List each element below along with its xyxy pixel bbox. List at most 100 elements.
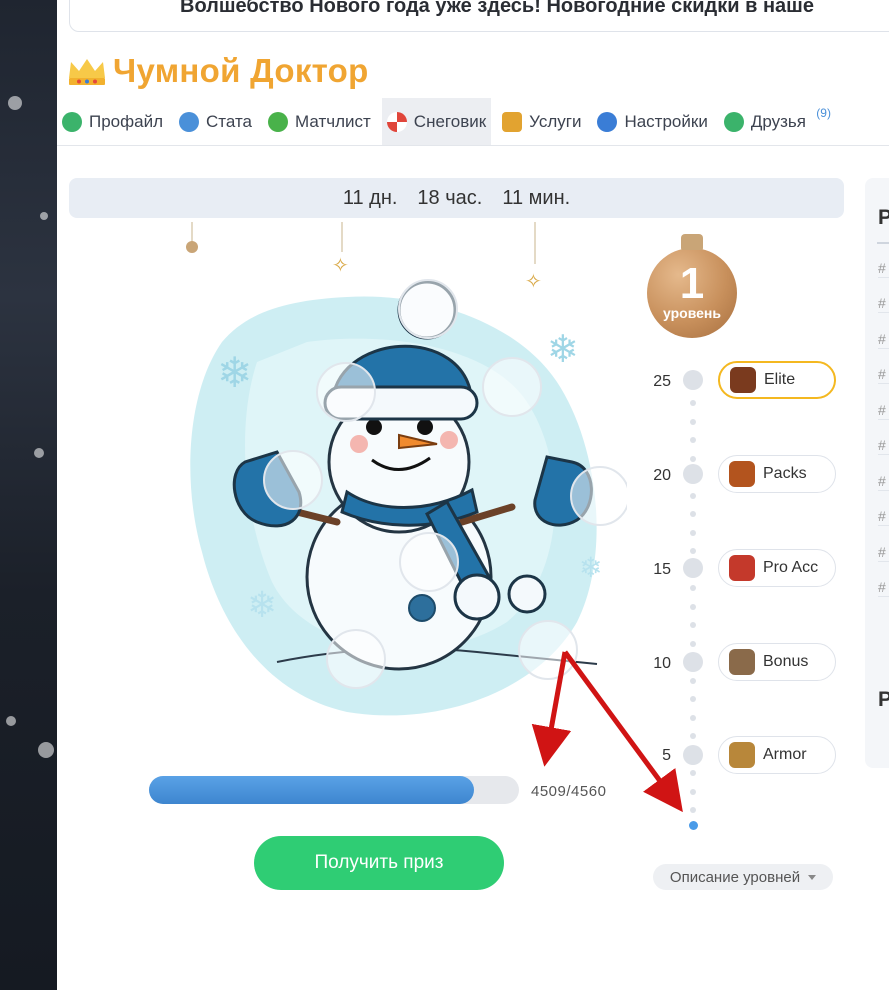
axe-reward-icon [729, 649, 755, 675]
xp-progress-bar [149, 776, 519, 804]
levels-description-label: Описание уровней [669, 868, 801, 886]
countdown-days: 11 дн. [342, 186, 398, 209]
radiation-icon [268, 111, 289, 132]
tab-label: Услуги [529, 111, 582, 131]
tab-label: Снеговик [413, 111, 487, 131]
track-node [683, 745, 703, 765]
list-item: # [878, 579, 889, 597]
track-dot [690, 714, 696, 721]
track-current-position [689, 821, 698, 830]
track-dot [690, 511, 696, 517]
countdown-hours: 18 час. [417, 186, 483, 209]
track-dot [690, 677, 696, 684]
tab-snowman[interactable]: Снеговик [381, 98, 492, 145]
track-dot [690, 400, 696, 406]
gear-icon [597, 111, 618, 132]
promo-banner[interactable]: Волшебство Нового года уже здесь! Нового… [69, 0, 889, 32]
svg-text:❄: ❄ [217, 349, 252, 396]
packs-reward-icon [729, 461, 755, 487]
track-dot [690, 492, 696, 499]
reward-pro-acc[interactable]: Pro Acc [718, 549, 836, 587]
elite-reward-icon [730, 367, 756, 393]
svg-text:✧: ✧ [332, 255, 349, 277]
tab-profile[interactable]: Профайл [57, 98, 168, 145]
list-item: # [878, 473, 889, 491]
tab-label: Стата [206, 111, 253, 131]
track-node [683, 652, 703, 672]
profile-header: Чумной Доктор [67, 52, 369, 90]
friends-icon [723, 111, 744, 132]
tab-label: Профайл [89, 111, 163, 131]
track-node [683, 464, 703, 484]
track-dot [690, 788, 696, 795]
right-panel-header: P [878, 206, 889, 229]
snowflake-dot [40, 212, 48, 220]
reward-label: Pro Acc [763, 559, 819, 576]
page-title: Чумной Доктор [113, 52, 369, 89]
list-item: # [878, 544, 889, 562]
tab-matchlist[interactable]: Матчлист [263, 98, 376, 145]
list-item: # [878, 260, 889, 278]
reward-label: Packs [763, 465, 807, 482]
tab-stats[interactable]: Стата [174, 98, 257, 145]
profile-page: Волшебство Нового года уже здесь! Нового… [57, 0, 889, 990]
paw-icon [62, 111, 82, 132]
list-item: # [878, 402, 889, 420]
track-dot [690, 585, 696, 591]
snowflake-dot [34, 448, 44, 458]
chevron-down-icon [808, 874, 817, 880]
level-number: 1 [679, 259, 705, 308]
reward-label: Elite [764, 371, 796, 388]
track-dot [690, 548, 696, 554]
friends-count-badge: (9) [816, 106, 831, 120]
list-item: # [878, 508, 889, 526]
svg-text:❄: ❄ [579, 552, 602, 583]
background-strip [0, 0, 57, 990]
reward-label: Bonus [763, 653, 809, 670]
level-marker-15: 15 [653, 561, 671, 578]
level-marker-5: 5 [662, 747, 671, 764]
track-node [683, 558, 703, 578]
tab-label: Настройки [624, 111, 708, 131]
tab-services[interactable]: Услуги [497, 98, 586, 145]
track-dot [690, 807, 696, 813]
reward-packs[interactable]: Packs [718, 455, 836, 493]
right-panel-header-2: P [878, 688, 889, 711]
track-dot [690, 529, 696, 536]
current-level-badge: 1 уровень [647, 234, 737, 338]
armor-reward-icon [729, 742, 755, 768]
svg-text:❄: ❄ [247, 584, 277, 625]
track-node [683, 370, 703, 390]
track-dot [690, 603, 696, 610]
candy-icon [386, 111, 407, 132]
snowflake-dot [38, 742, 54, 758]
tab-friends[interactable]: Друзья (9) [719, 98, 831, 145]
track-dot [690, 640, 696, 647]
reward-bonus[interactable]: Bonus [718, 643, 836, 681]
list-item: # [878, 331, 889, 349]
reward-armor[interactable]: Armor [718, 736, 836, 774]
reward-label: Armor [763, 746, 807, 763]
tab-label: Друзья [750, 111, 806, 131]
box-icon [502, 111, 523, 132]
snowflake-dot [8, 96, 22, 110]
get-prize-button[interactable]: Получить приз [254, 836, 504, 890]
xp-progress-text: 4509/4560 [531, 783, 607, 800]
divider [877, 242, 889, 244]
track-dot [690, 696, 696, 702]
track-dot [690, 455, 696, 462]
countdown-minutes: 11 мин. [502, 186, 571, 209]
levels-description-toggle[interactable]: Описание уровней [653, 864, 833, 890]
tab-label: Матчлист [295, 111, 371, 131]
snowflake-dot [6, 716, 16, 726]
track-dot [690, 733, 696, 739]
promo-banner-text: Волшебство Нового года уже здесь! Нового… [180, 0, 814, 17]
profile-tabs: Профайл Стата Матчлист Снеговик Услуги Н… [57, 98, 889, 146]
level-label: уровень [663, 305, 721, 321]
snowman-illustration: ✧ ✧ ❄ ❄ ❄ ❄ [186, 222, 627, 716]
reward-elite[interactable]: Elite [718, 361, 836, 399]
svg-text:✧: ✧ [525, 271, 542, 293]
xp-progress-fill [149, 776, 474, 804]
level-marker-10: 10 [653, 655, 671, 672]
tab-settings[interactable]: Настройки [592, 98, 712, 145]
